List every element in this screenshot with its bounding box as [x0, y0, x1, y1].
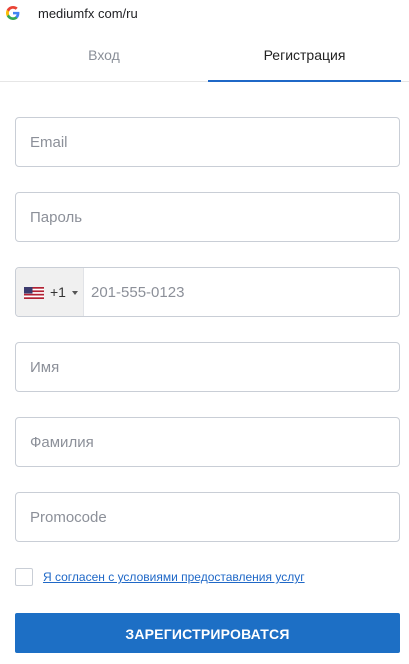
- tab-login[interactable]: Вход: [0, 30, 208, 82]
- promocode-field[interactable]: [16, 493, 399, 541]
- tab-register[interactable]: Регистрация: [208, 30, 401, 82]
- url-text: mediumfx com/ru: [38, 6, 138, 21]
- phone-field-wrapper: +1: [15, 267, 400, 317]
- google-g-icon: [6, 6, 20, 20]
- first-name-field[interactable]: [16, 343, 399, 391]
- terms-link[interactable]: Я согласен с условиями предоставления ус…: [43, 570, 305, 584]
- auth-tabs: Вход Регистрация: [0, 30, 409, 82]
- promocode-field-wrapper: [15, 492, 400, 542]
- caret-down-icon: [72, 291, 78, 295]
- last-name-field[interactable]: [16, 418, 399, 466]
- phone-field[interactable]: [83, 268, 399, 316]
- terms-checkbox[interactable]: [15, 568, 33, 586]
- dial-code: +1: [50, 284, 66, 300]
- password-field-wrapper: [15, 192, 400, 242]
- us-flag-icon: [24, 287, 44, 299]
- country-code-selector[interactable]: +1: [16, 268, 84, 316]
- first-name-field-wrapper: [15, 342, 400, 392]
- last-name-field-wrapper: [15, 417, 400, 467]
- email-field-wrapper: [15, 117, 400, 167]
- email-field[interactable]: [16, 118, 399, 166]
- browser-url-bar[interactable]: mediumfx com/ru: [0, 0, 409, 30]
- password-field[interactable]: [16, 193, 399, 241]
- terms-agreement: Я согласен с условиями предоставления ус…: [15, 567, 400, 589]
- register-button[interactable]: ЗАРЕГИСТРИРОВАТСЯ: [15, 613, 400, 653]
